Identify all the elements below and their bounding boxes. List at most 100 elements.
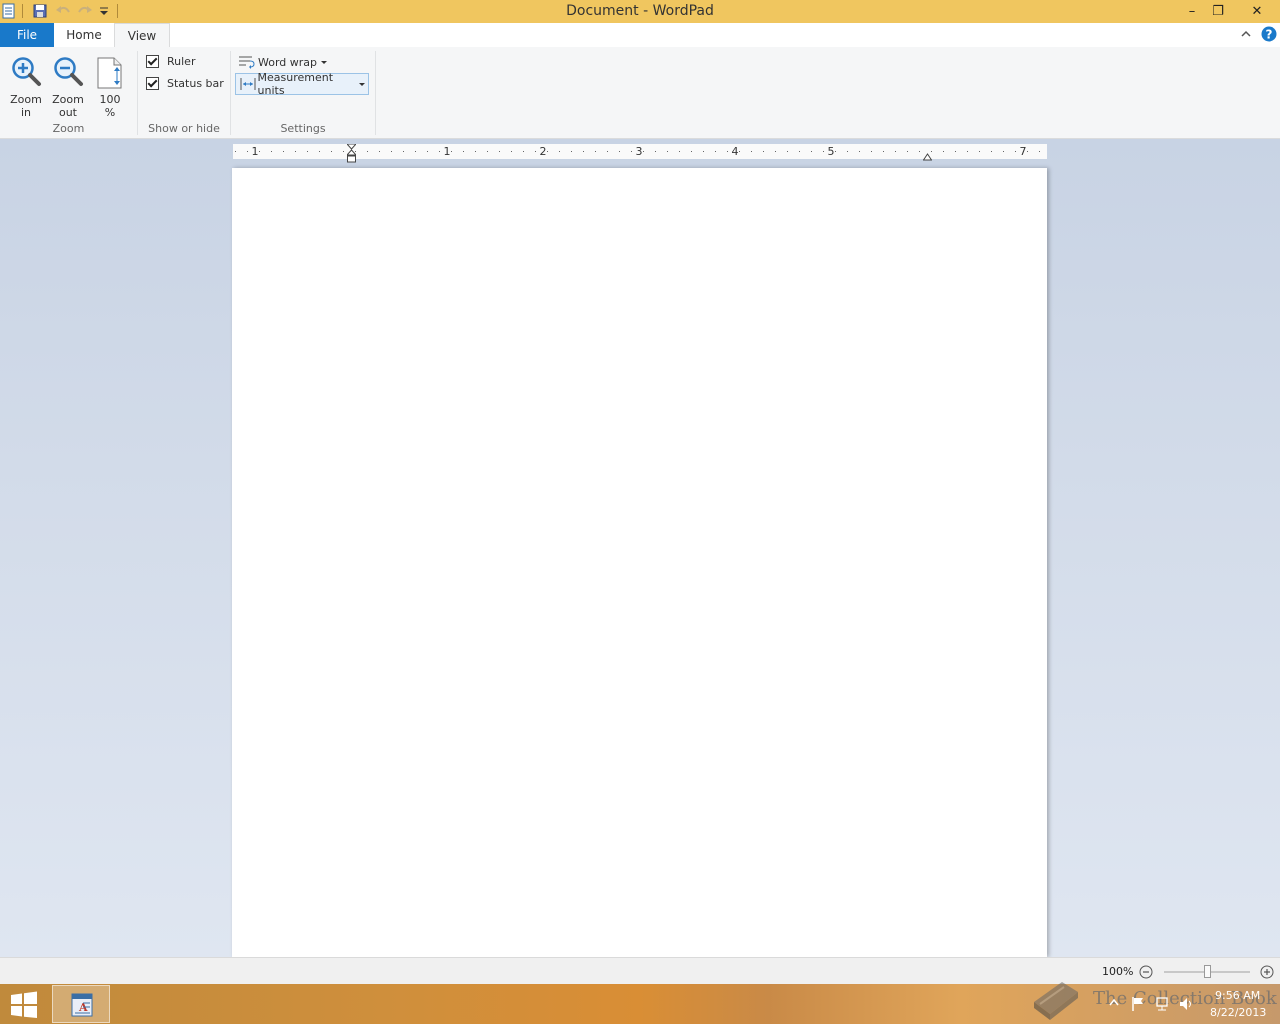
word-wrap-dropdown[interactable]: Word wrap	[235, 52, 330, 72]
ruler-checkbox[interactable]: Ruler	[146, 52, 195, 70]
taskbar-wordpad-button[interactable]: A	[52, 985, 110, 1023]
wordpad-icon: A	[71, 993, 93, 1017]
ruler-dot	[811, 151, 812, 152]
ruler-dot	[787, 151, 788, 152]
zoom-in-label-2: in	[20, 106, 32, 119]
ruler-dot	[739, 151, 740, 152]
ruler-dot	[343, 151, 344, 152]
ruler-dot	[307, 151, 308, 152]
ruler-dot	[547, 151, 548, 152]
ruler-number: 4	[732, 145, 739, 158]
zoom-100-button[interactable]: 100%	[90, 51, 130, 119]
title-bar: Document - WordPad – ❐ ✕	[0, 0, 1280, 23]
network-icon[interactable]	[1155, 996, 1169, 1012]
start-button[interactable]	[9, 991, 39, 1018]
zoom-in-label-1: Zoom	[10, 93, 42, 106]
zoom-slider-thumb[interactable]	[1203, 965, 1211, 978]
document-page[interactable]	[232, 168, 1047, 957]
ruler-number: 7	[1020, 145, 1027, 158]
word-wrap-icon	[239, 56, 255, 69]
zoom-out-button[interactable]: Zoom out	[48, 51, 88, 119]
show-hide-group-label: Show or hide	[148, 122, 220, 135]
settings-group-label: Settings	[280, 122, 326, 135]
page-100-icon	[97, 57, 122, 89]
ruler-dot	[991, 151, 992, 152]
tab-file[interactable]: File	[0, 23, 54, 47]
ruler-dot	[439, 151, 440, 152]
tab-view[interactable]: View	[114, 23, 170, 48]
ruler-dot	[559, 151, 560, 152]
ruler-dot	[499, 151, 500, 152]
ruler-dot	[427, 151, 428, 152]
ruler-dot	[367, 151, 368, 152]
ruler-dot	[583, 151, 584, 152]
ruler-dot	[943, 151, 944, 152]
ruler-dot	[919, 151, 920, 152]
zoom-group-label: Zoom	[52, 122, 85, 135]
ruler-dot	[391, 151, 392, 152]
ruler-number: 1	[252, 145, 259, 158]
ruler-dot	[259, 151, 260, 152]
zoom-out-label-1: Zoom	[52, 93, 84, 106]
group-divider	[375, 51, 376, 135]
volume-icon[interactable]	[1179, 996, 1195, 1012]
minimize-ribbon-icon[interactable]	[1240, 28, 1252, 40]
ruler-dot	[955, 151, 956, 152]
status-bar-check-icon	[146, 76, 159, 90]
measurement-units-icon	[240, 78, 256, 90]
ribbon-tab-row: File Home View ?	[0, 23, 1280, 48]
ruler-dot	[271, 151, 272, 152]
measurement-units-dropdown[interactable]: Measurement units	[235, 71, 369, 97]
word-wrap-label: Word wrap	[258, 55, 318, 69]
ribbon-view-panel: Zoom in Zoom out 100% Zoom Ruler Status ba…	[0, 47, 1280, 139]
ruler-dot	[763, 151, 764, 152]
ruler-dot	[607, 151, 608, 152]
show-hidden-icons-icon[interactable]	[1108, 996, 1120, 1006]
ruler-dot	[319, 151, 320, 152]
help-icon[interactable]: ?	[1261, 26, 1277, 42]
ruler-dot	[511, 151, 512, 152]
ruler-dot	[235, 151, 236, 152]
clock-date[interactable]: 8/22/2013	[1210, 1006, 1266, 1019]
ruler-dot	[823, 151, 824, 152]
ruler-dot	[331, 151, 332, 152]
status-bar-checkbox[interactable]: Status bar	[146, 74, 224, 92]
ruler-dot	[247, 151, 248, 152]
zoom-out-label-2: out	[58, 106, 77, 119]
ruler-number: 2	[540, 145, 547, 158]
ruler-dot	[871, 151, 872, 152]
ruler-dot	[1003, 151, 1004, 152]
window-title: Document - WordPad	[566, 3, 714, 19]
restore-button[interactable]: ❐	[1203, 0, 1233, 22]
zoom-out-icon	[54, 57, 83, 86]
ruler-number: 5	[828, 145, 835, 158]
close-button[interactable]: ✕	[1234, 0, 1280, 22]
ruler-dot	[1039, 151, 1040, 152]
action-center-flag-icon[interactable]	[1131, 996, 1145, 1012]
status-bar: 100%	[0, 957, 1280, 985]
zoom-out-status-button[interactable]	[1139, 965, 1153, 979]
ruler-dot	[643, 151, 644, 152]
zoom-in-button[interactable]: Zoom in	[6, 51, 46, 119]
ruler-dot	[475, 151, 476, 152]
ruler-dot	[727, 151, 728, 152]
ruler-dot	[979, 151, 980, 152]
ruler[interactable]: 1 1 2 3 4 5 7	[233, 143, 1047, 163]
clock-time[interactable]: 9:56 AM	[1215, 989, 1260, 1002]
ruler-dot	[775, 151, 776, 152]
minus-circle-icon	[1139, 965, 1153, 979]
indent-marker-icon[interactable]	[345, 143, 358, 164]
ruler-dot	[523, 151, 524, 152]
ruler-dot	[379, 151, 380, 152]
ruler-dot	[619, 151, 620, 152]
ruler-dot	[631, 151, 632, 152]
ruler-dot	[907, 151, 908, 152]
ruler-dot	[403, 151, 404, 152]
ruler-dot	[835, 151, 836, 152]
tab-home[interactable]: Home	[54, 23, 114, 47]
zoom-in-status-button[interactable]	[1260, 965, 1274, 979]
ruler-dot	[1015, 151, 1016, 152]
ruler-dot	[691, 151, 692, 152]
right-indent-marker-icon[interactable]	[922, 150, 933, 161]
chevron-down-icon	[359, 82, 365, 86]
